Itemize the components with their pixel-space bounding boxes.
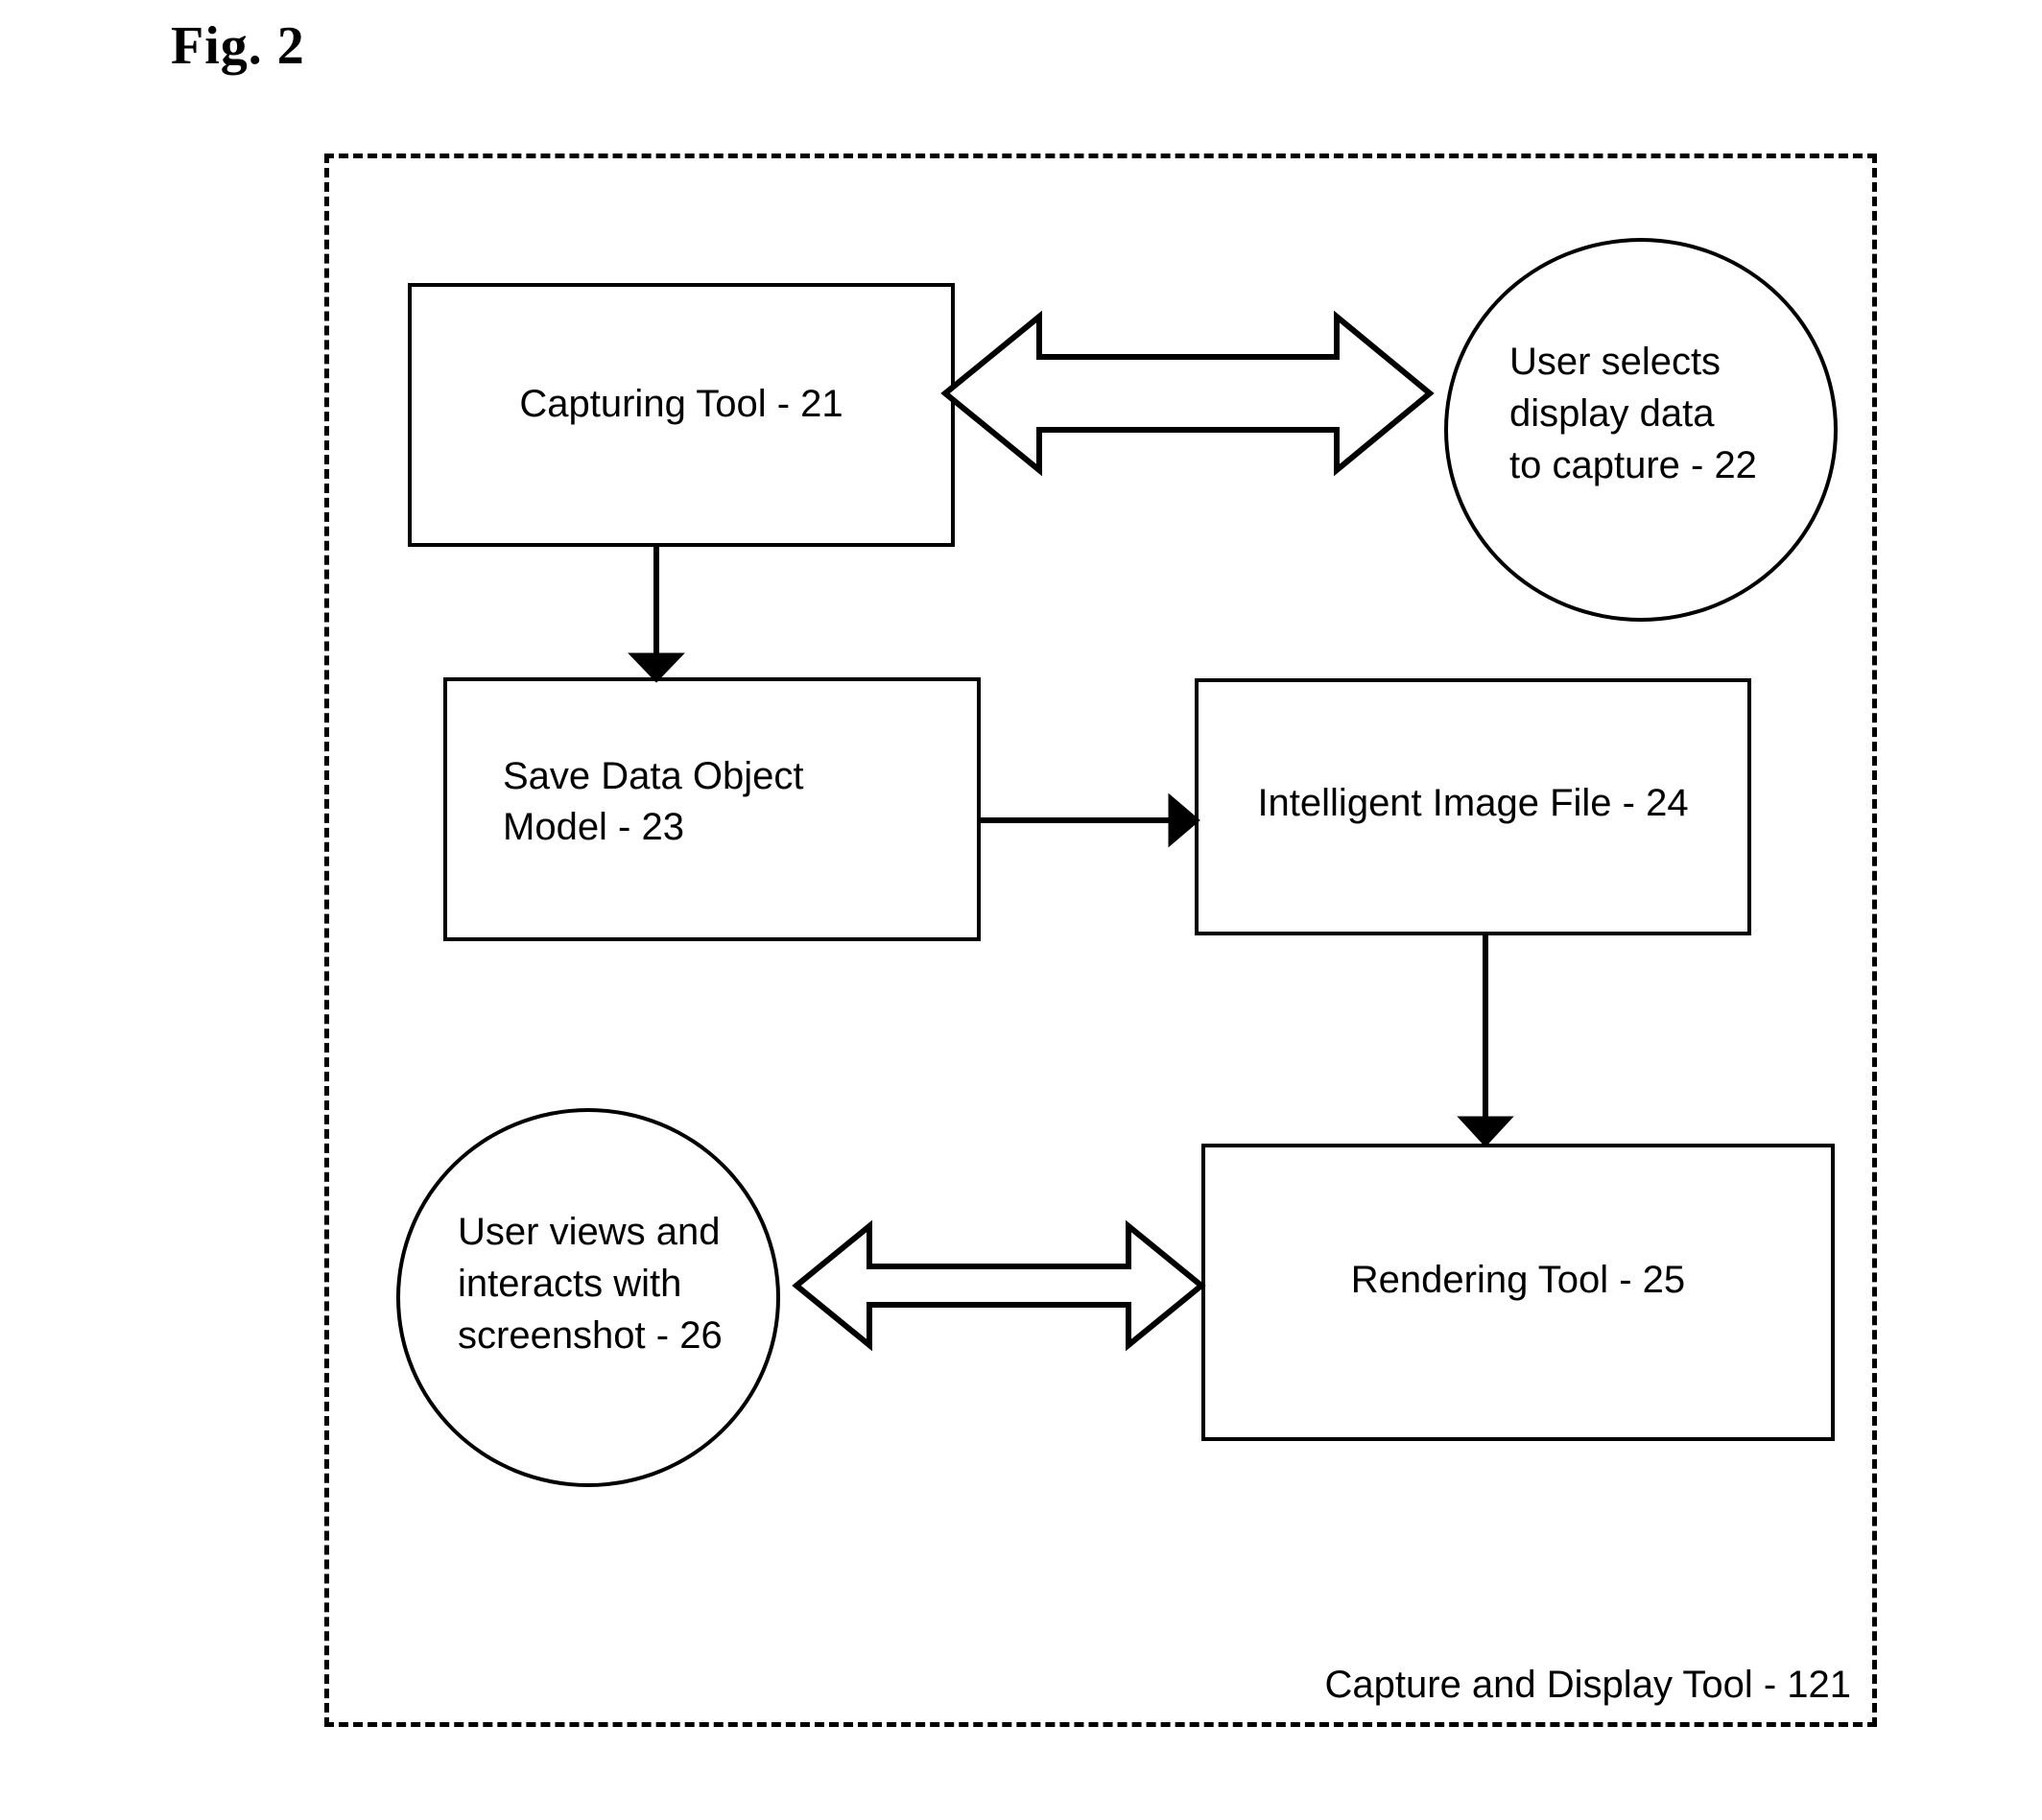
- node-rendering-tool[interactable]: Rendering Tool - 25: [1201, 1144, 1835, 1441]
- node-save-data-object-model[interactable]: Save Data Object Model - 23: [443, 677, 981, 941]
- node-intelligent-image-file-label: Intelligent Image File - 24: [1257, 782, 1689, 824]
- node-user-views-interacts-screenshot-label: User views and interacts with screenshot…: [458, 1211, 723, 1357]
- node-user-selects-display-data[interactable]: User selects display data to capture - 2…: [1444, 238, 1838, 622]
- node-capturing-tool-label: Capturing Tool - 21: [519, 383, 843, 425]
- node-save-data-object-model-label: Save Data Object Model - 23: [503, 755, 804, 848]
- node-capturing-tool[interactable]: Capturing Tool - 21: [408, 283, 955, 547]
- capture-and-display-tool-label: Capture and Display Tool - 121: [1324, 1664, 1851, 1706]
- figure-page: Fig. 2 Capture and Display Tool - 121 Ca…: [0, 0, 2042, 1820]
- node-rendering-tool-label: Rendering Tool - 25: [1350, 1259, 1686, 1301]
- node-user-selects-display-data-label: User selects display data to capture - 2…: [1509, 341, 1757, 486]
- figure-title: Fig. 2: [171, 16, 305, 76]
- node-user-views-interacts-screenshot[interactable]: User views and interacts with screenshot…: [396, 1108, 780, 1487]
- node-intelligent-image-file[interactable]: Intelligent Image File - 24: [1195, 678, 1751, 935]
